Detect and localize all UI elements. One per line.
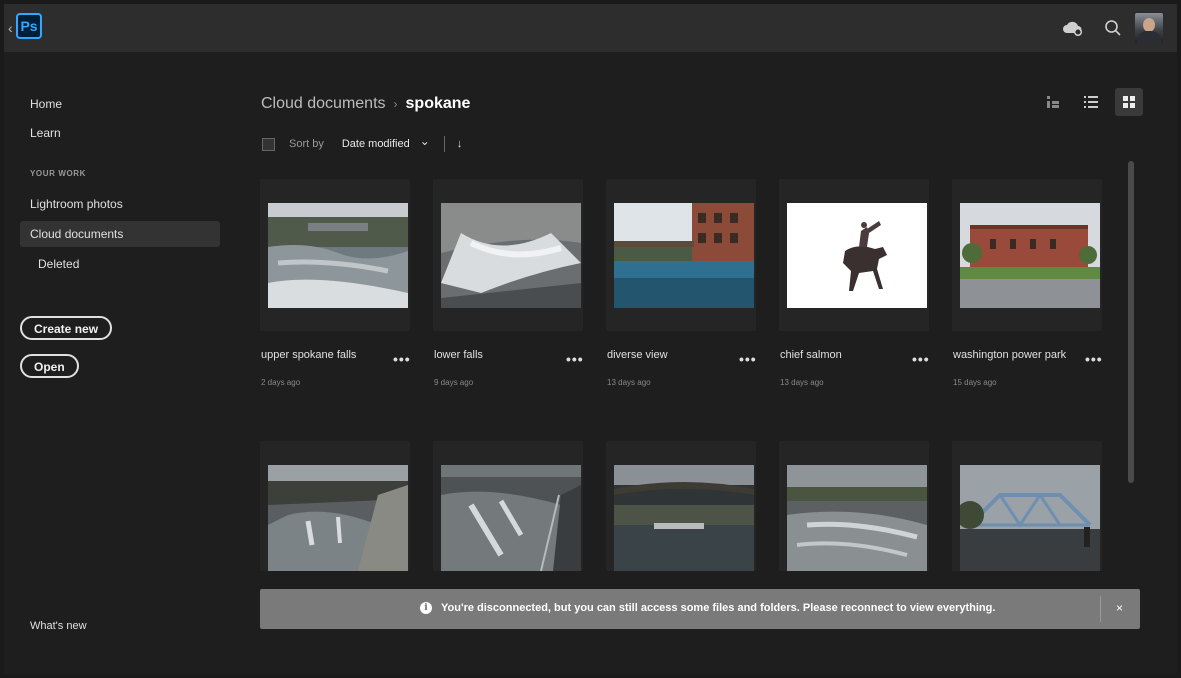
toast-text: You're disconnected, but you can still a… (441, 602, 996, 614)
file-date: 9 days ago (434, 378, 474, 387)
sidebar-item-lightroom-photos[interactable]: Lightroom photos (20, 191, 220, 217)
file-card[interactable] (779, 441, 929, 571)
file-card[interactable] (260, 179, 410, 331)
file-name[interactable]: washington power park (953, 349, 1066, 361)
sort-dropdown[interactable]: Date modified (342, 138, 410, 150)
avatar[interactable] (1135, 13, 1163, 43)
file-card[interactable] (606, 179, 756, 331)
back-chevron-icon[interactable]: ‹ (8, 20, 13, 36)
file-name[interactable]: upper spokane falls (261, 349, 356, 361)
toast-message: i You're disconnected, but you can still… (420, 602, 995, 614)
file-thumbnail (268, 203, 408, 308)
cloud-sync-icon[interactable] (1055, 10, 1091, 46)
scrollbar[interactable] (1128, 161, 1134, 483)
file-thumbnail (614, 203, 754, 308)
sidebar-item-home[interactable]: Home (20, 91, 220, 117)
sort-label: Sort by (289, 138, 324, 150)
file-card[interactable] (606, 441, 756, 571)
file-card[interactable] (433, 441, 583, 571)
select-all-checkbox[interactable] (262, 137, 275, 151)
whats-new-link[interactable]: What's new (30, 620, 87, 632)
sort-bar: Sort by Date modified ⌄ ↓ (262, 134, 462, 154)
sidebar-item-learn[interactable]: Learn (20, 120, 220, 146)
sidebar-item-cloud-documents[interactable]: Cloud documents (20, 221, 220, 247)
grid-view-icon[interactable] (1115, 88, 1143, 116)
more-options-icon[interactable]: ••• (566, 351, 584, 367)
file-thumbnail (787, 465, 927, 571)
sidebar: Home Learn YOUR WORK Lightroom photos Cl… (4, 52, 229, 674)
file-thumbnail (787, 203, 927, 308)
file-thumbnail (960, 203, 1100, 308)
file-thumbnail (268, 465, 408, 571)
file-date: 13 days ago (607, 378, 651, 387)
disconnected-toast: i You're disconnected, but you can still… (260, 589, 1140, 629)
file-date: 2 days ago (261, 378, 301, 387)
more-options-icon[interactable]: ••• (1085, 351, 1103, 367)
file-card[interactable] (952, 179, 1102, 331)
file-card[interactable] (779, 179, 929, 331)
top-bar: ‹ Ps (4, 4, 1177, 52)
sort-divider (443, 136, 445, 152)
app-window: ‹ Ps Home Learn YOUR WORK Lightroom phot… (4, 4, 1177, 674)
create-new-button[interactable]: Create new (20, 316, 113, 340)
breadcrumb-separator: › (393, 97, 398, 111)
view-toggle-group (1029, 88, 1143, 116)
file-card[interactable] (260, 441, 410, 571)
more-options-icon[interactable]: ••• (912, 351, 930, 367)
info-icon: i (420, 602, 432, 614)
photoshop-logo[interactable]: Ps (16, 13, 42, 39)
toast-divider (1100, 596, 1101, 622)
file-card[interactable] (433, 179, 583, 331)
file-name[interactable]: diverse view (607, 349, 668, 361)
chevron-down-icon[interactable]: ⌄ (420, 134, 430, 148)
file-date: 13 days ago (780, 378, 824, 387)
open-button[interactable]: Open (20, 354, 79, 378)
file-thumbnail (441, 465, 581, 571)
file-thumbnail (614, 465, 754, 571)
section-label-your-work: YOUR WORK (30, 169, 87, 178)
close-icon[interactable]: × (1116, 601, 1123, 615)
top-icons (1055, 4, 1177, 52)
sort-direction-icon[interactable]: ↓ (457, 138, 463, 150)
file-date: 15 days ago (953, 378, 997, 387)
sidebar-item-deleted[interactable]: Deleted (20, 251, 220, 277)
more-options-icon[interactable]: ••• (393, 351, 411, 367)
folder-tree-icon[interactable] (1039, 88, 1067, 116)
breadcrumb: Cloud documents › spokane (261, 95, 470, 113)
file-name[interactable]: lower falls (434, 349, 483, 361)
file-name[interactable]: chief salmon (780, 349, 842, 361)
list-view-icon[interactable] (1077, 88, 1105, 116)
more-options-icon[interactable]: ••• (739, 351, 757, 367)
breadcrumb-parent[interactable]: Cloud documents (261, 95, 386, 112)
file-thumbnail (441, 203, 581, 308)
file-card[interactable] (952, 441, 1102, 571)
file-thumbnail (960, 465, 1100, 571)
search-icon[interactable] (1095, 10, 1131, 46)
breadcrumb-current: spokane (405, 95, 471, 112)
